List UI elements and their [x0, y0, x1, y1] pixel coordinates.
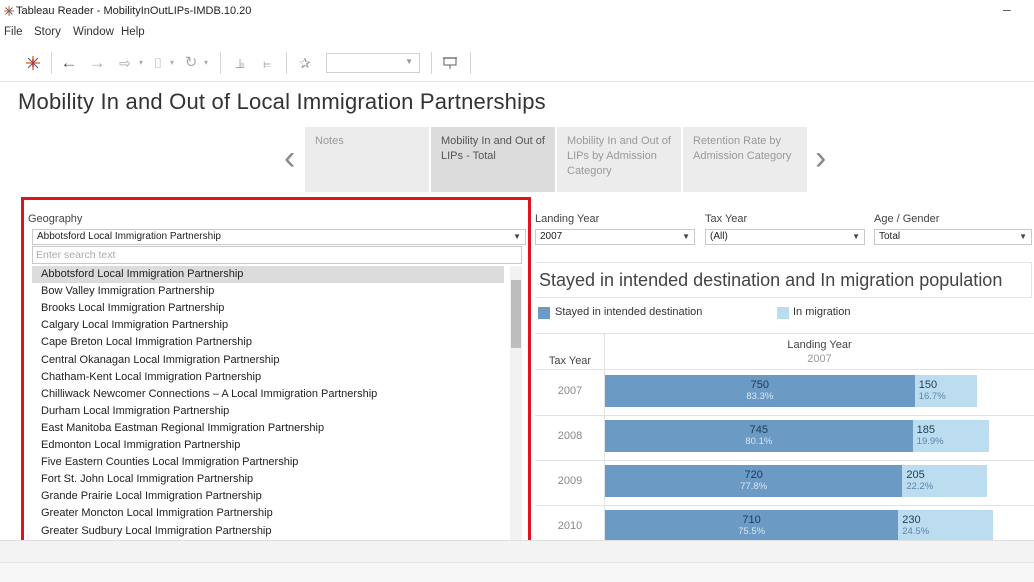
bar-stayed[interactable]: 720 77.8% — [605, 465, 903, 497]
bar-percent: 77.8% — [740, 481, 768, 492]
status-bar — [0, 562, 1034, 582]
grid-line — [535, 415, 1034, 416]
bar-value: 745 — [749, 424, 768, 436]
bar-value: 750 — [750, 379, 770, 391]
bar-percent: 22.2% — [906, 481, 934, 492]
bar-percent: 83.3% — [746, 391, 774, 402]
grid-line — [535, 505, 1034, 506]
row-label: 2009 — [557, 475, 583, 487]
bar-in-migration[interactable]: 185 19.9% — [912, 420, 990, 452]
row-label: 2010 — [557, 520, 583, 532]
bar-percent: 16.7% — [918, 391, 946, 402]
bar-value: 150 — [918, 379, 938, 391]
row-label: 2007 — [557, 385, 583, 397]
sheet-tab-strip — [0, 540, 1034, 562]
bar-stayed[interactable]: 745 80.1% — [605, 420, 913, 452]
bar-value: 205 — [906, 469, 925, 481]
bar-value: 185 — [916, 424, 936, 436]
bar-percent: 24.5% — [902, 526, 930, 537]
bar-percent: 80.1% — [745, 436, 773, 447]
highlight-box — [21, 197, 531, 581]
bar-in-migration[interactable]: 150 16.7% — [914, 375, 977, 407]
bar-value: 720 — [744, 469, 763, 481]
grid-line — [535, 460, 1034, 461]
bar-percent: 19.9% — [916, 436, 944, 447]
bar-stayed[interactable]: 750 83.3% — [605, 375, 915, 407]
bar-in-migration[interactable]: 230 24.5% — [898, 510, 994, 542]
row-label: 2008 — [557, 430, 583, 442]
bar-value: 710 — [742, 514, 761, 526]
bar-in-migration[interactable]: 205 22.2% — [902, 465, 987, 497]
bar-value: 230 — [902, 514, 921, 526]
bar-stayed[interactable]: 710 75.5% — [605, 510, 899, 542]
bar-percent: 75.5% — [738, 526, 766, 537]
